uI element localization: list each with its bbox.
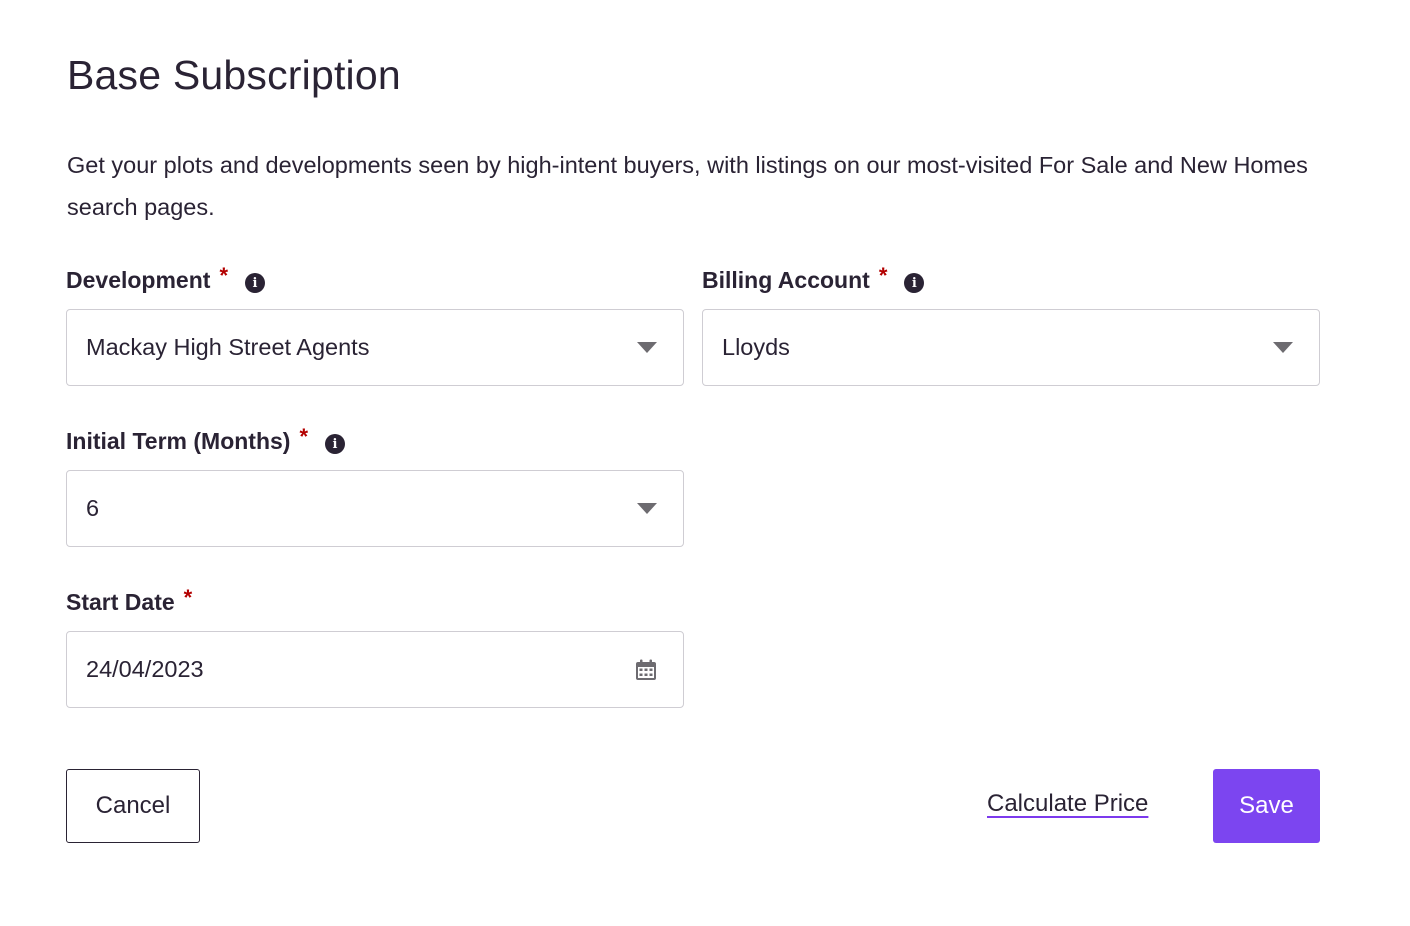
billing-account-label-row: Billing Account * i	[702, 263, 1320, 295]
required-marker: *	[878, 263, 888, 288]
billing-account-field: Billing Account * i Lloyds	[702, 263, 1320, 386]
start-date-field: Start Date * 24/04/2023	[66, 585, 684, 708]
initial-term-select[interactable]: 6	[66, 470, 684, 547]
development-label-row: Development * i	[66, 263, 684, 295]
chevron-down-icon	[1273, 342, 1293, 353]
calculate-price-link[interactable]: Calculate Price	[987, 790, 1148, 818]
chevron-down-icon	[637, 342, 657, 353]
development-label: Development	[66, 266, 211, 293]
initial-term-label: Initial Term (Months)	[66, 427, 291, 454]
start-date-label: Start Date	[66, 588, 175, 615]
info-icon[interactable]: i	[245, 273, 265, 293]
initial-term-label-row: Initial Term (Months) * i	[66, 424, 684, 456]
required-marker: *	[219, 263, 228, 288]
development-value: Mackay High Street Agents	[86, 334, 370, 360]
cancel-button[interactable]: Cancel	[66, 769, 200, 843]
chevron-down-icon	[637, 503, 657, 514]
billing-account-select[interactable]: Lloyds	[702, 309, 1320, 386]
initial-term-value: 6	[86, 495, 100, 521]
development-select[interactable]: Mackay High Street Agents	[66, 309, 684, 386]
page-title: Base Subscription	[67, 52, 401, 98]
info-icon[interactable]: i	[325, 434, 346, 454]
calendar-icon[interactable]	[635, 659, 657, 681]
billing-account-value: Lloyds	[722, 334, 790, 360]
save-button[interactable]: Save	[1213, 769, 1320, 843]
base-subscription-form: Base Subscription Get your plots and dev…	[0, 0, 1410, 926]
billing-account-label: Billing Account	[702, 266, 870, 293]
page-description: Get your plots and developments seen by …	[67, 152, 1308, 220]
initial-term-field: Initial Term (Months) * i 6	[66, 424, 684, 547]
start-date-value: 24/04/2023	[86, 656, 204, 682]
start-date-label-row: Start Date *	[66, 585, 684, 617]
required-marker: *	[299, 424, 309, 449]
info-icon[interactable]: i	[904, 273, 925, 293]
start-date-input[interactable]: 24/04/2023	[66, 631, 684, 708]
development-field: Development * i Mackay High Street Agent…	[66, 263, 684, 386]
required-marker: *	[183, 585, 193, 610]
